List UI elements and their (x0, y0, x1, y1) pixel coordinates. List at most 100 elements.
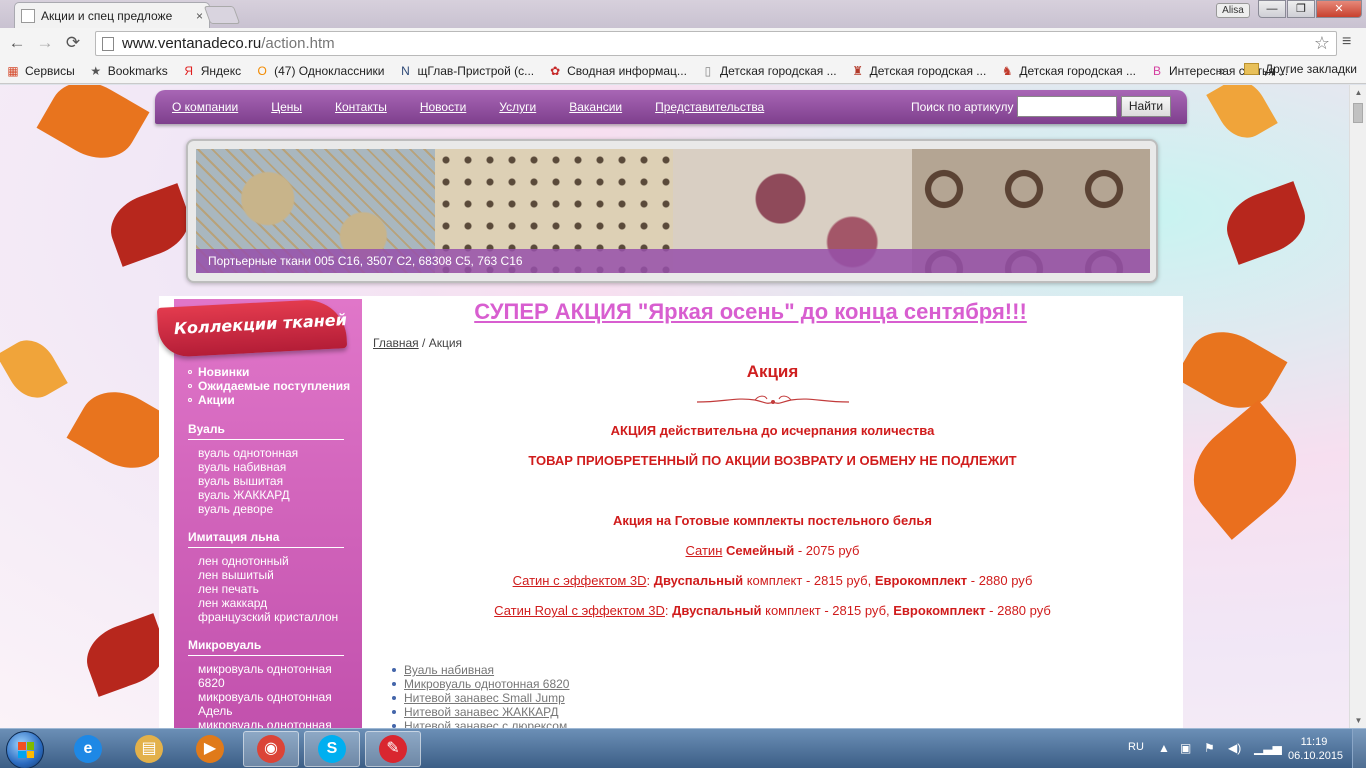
bookmark-item[interactable]: ♜ Детская городская ... (851, 64, 986, 78)
bookmark-item[interactable]: ▯ Детская городская ... (701, 64, 837, 78)
volume-icon[interactable]: ◀) (1228, 741, 1241, 755)
nav-link-contacts[interactable]: Контакты (335, 100, 387, 114)
bookmark-item[interactable]: ★ Bookmarks (89, 64, 167, 78)
page-info-icon[interactable] (102, 36, 114, 51)
nav-link-prices[interactable]: Цены (271, 100, 302, 114)
taskbar-app-button[interactable]: ▤ (121, 731, 177, 767)
odnoklassniki-icon: О (257, 63, 267, 78)
minimize-button[interactable]: — (1258, 0, 1286, 18)
notice-validity: АКЦИЯ действительна до исчерпания количе… (610, 423, 935, 438)
page-viewport: О компании Цены Контакты Новости Услуги … (0, 85, 1349, 728)
nav-link-about[interactable]: О компании (172, 100, 238, 114)
sidebar-link[interactable]: французский кристаллон (188, 610, 344, 624)
signal-icon[interactable]: ▁▃▅ (1254, 741, 1282, 755)
sidebar-section-linen: Имитация льна лен однотонный лен вышитый… (188, 530, 344, 624)
article-search-input[interactable] (1017, 96, 1117, 117)
goods-link[interactable]: Вуаль набивная (404, 663, 494, 677)
taskbar-app-button[interactable]: S (304, 731, 360, 767)
offer-link[interactable]: Сатин (686, 543, 723, 558)
sidebar-item-promo[interactable]: Акции (188, 393, 350, 407)
bookmark-item[interactable]: NщГлав-Пристрой (с... (399, 64, 534, 78)
back-arrow-icon[interactable]: ← (6, 32, 28, 54)
browser-tab-active[interactable]: Акции и спец предложе × (14, 2, 210, 28)
tab-close-icon[interactable]: × (196, 9, 203, 23)
offer-link[interactable]: Сатин с эффектом 3D (513, 573, 647, 588)
offer-link[interactable]: Сатин Royal с эффектом 3D (494, 603, 665, 618)
bookmark-item[interactable]: ▦ Сервисы (6, 63, 75, 78)
tray-app-icon[interactable]: ▣ (1180, 741, 1191, 755)
list-item[interactable]: Вуаль набивная (392, 663, 569, 677)
browser-menu-icon[interactable]: ≡ (1342, 33, 1351, 51)
sidebar-link[interactable]: 6820 (188, 676, 344, 690)
sidebar-link[interactable]: вуаль вышитая (188, 474, 344, 488)
search-button[interactable]: Найти (1121, 96, 1171, 117)
bookmark-label: Сервисы (25, 63, 75, 78)
sidebar-heading[interactable]: Микровуаль (188, 638, 344, 656)
system-clock[interactable]: 11:19 06.10.2015 (1288, 735, 1343, 763)
bookmark-item[interactable]: О (47) Одноклассники (255, 64, 384, 78)
close-window-button[interactable]: ✕ (1316, 0, 1362, 18)
breadcrumb-home-link[interactable]: Главная (373, 336, 419, 350)
taskbar-app-button[interactable]: ▶ (182, 731, 238, 767)
promo-title-link[interactable]: СУПЕР АКЦИЯ "Яркая осень" до конца сентя… (362, 299, 1139, 325)
sidebar-link[interactable]: вуаль ЖАККАРД (188, 488, 344, 502)
sidebar-link[interactable]: микровуаль однотонная (188, 718, 344, 728)
sidebar-link[interactable]: Адель (188, 704, 344, 718)
sidebar-link[interactable]: лен вышитый (188, 568, 344, 582)
bookmarks-overflow-icon[interactable]: » (1218, 63, 1225, 78)
goods-link[interactable]: Нитевой занавес ЖАККАРД (404, 705, 558, 719)
sidebar-link[interactable]: микровуаль однотонная (188, 662, 344, 676)
taskbar-app-button[interactable]: ✎ (365, 731, 421, 767)
sidebar-item-new[interactable]: Новинки (188, 365, 350, 379)
input-language-indicator[interactable]: RU (1128, 741, 1144, 753)
sidebar-item-expected[interactable]: Ожидаемые поступления (188, 379, 350, 393)
sidebar-item-label: Новинки (198, 365, 250, 379)
bookmark-item[interactable]: ✿ Сводная информац... (548, 64, 687, 78)
search-label: Поиск по артикулу (911, 100, 1014, 114)
nav-link-vacancies[interactable]: Вакансии (569, 100, 622, 114)
list-item[interactable]: Нитевой занавес Small Jump (392, 691, 569, 705)
breadcrumb-current: Акция (428, 336, 463, 350)
sidebar-heading[interactable]: Имитация льна (188, 530, 344, 548)
scroll-thumb[interactable] (1353, 103, 1363, 123)
sidebar-link[interactable]: лен печать (188, 582, 344, 596)
scroll-up-arrow-icon[interactable]: ▲ (1350, 85, 1366, 100)
sidebar-link[interactable]: вуаль однотонная (188, 446, 344, 460)
list-item[interactable]: Микровуаль однотонная 6820 (392, 677, 569, 691)
tray-expand-icon[interactable]: ▲ (1158, 741, 1170, 755)
bookmark-star-icon[interactable]: ☆ (1314, 33, 1330, 54)
new-tab-button[interactable] (203, 6, 241, 24)
profile-badge[interactable]: Alisa (1216, 3, 1250, 18)
list-item[interactable]: Нитевой занавес ЖАККАРД (392, 705, 569, 719)
offer-price: - 2880 руб (985, 603, 1051, 618)
start-button[interactable] (6, 731, 44, 768)
ribbon-title: Коллекции тканей (173, 310, 348, 339)
sidebar-link[interactable]: вуаль набивная (188, 460, 344, 474)
taskbar-app-button[interactable]: ◉ (243, 731, 299, 767)
nav-link-services[interactable]: Услуги (499, 100, 536, 114)
sidebar-heading[interactable]: Вуаль (188, 422, 344, 440)
goods-link[interactable]: Микровуаль однотонная 6820 (404, 677, 569, 691)
network-warning-icon[interactable]: ⚑ (1204, 741, 1215, 755)
list-item[interactable]: Нитевой занавес с люрексом (392, 719, 569, 728)
bookmark-item[interactable]: ♞ Детская городская ... (1000, 64, 1136, 78)
reload-icon[interactable]: ⟳ (62, 32, 84, 54)
show-desktop-button[interactable] (1352, 729, 1366, 768)
goods-link[interactable]: Нитевой занавес Small Jump (404, 691, 565, 705)
nav-link-news[interactable]: Новости (420, 100, 466, 114)
ornament-divider-icon (696, 395, 850, 404)
other-bookmarks-folder[interactable]: Другие закладки (1244, 62, 1357, 76)
sidebar-link[interactable]: микровуаль однотонная (188, 690, 344, 704)
sidebar-link[interactable]: лен однотонный (188, 554, 344, 568)
scroll-down-arrow-icon[interactable]: ▼ (1350, 713, 1366, 728)
sidebar-link[interactable]: вуаль деворе (188, 502, 344, 516)
forward-arrow-icon[interactable]: → (34, 32, 56, 54)
sidebar-link[interactable]: лен жаккард (188, 596, 344, 610)
bookmark-item[interactable]: Я Яндекс (182, 64, 241, 78)
maximize-button[interactable]: ❐ (1287, 0, 1315, 18)
nav-link-offices[interactable]: Представительства (655, 100, 764, 114)
page-scrollbar[interactable]: ▲ ▼ (1349, 85, 1366, 728)
address-bar[interactable]: www.ventanadeco.ru/action.htm ☆ (95, 31, 1337, 56)
goods-link[interactable]: Нитевой занавес с люрексом (404, 719, 567, 728)
taskbar-app-button[interactable]: e (60, 731, 116, 767)
